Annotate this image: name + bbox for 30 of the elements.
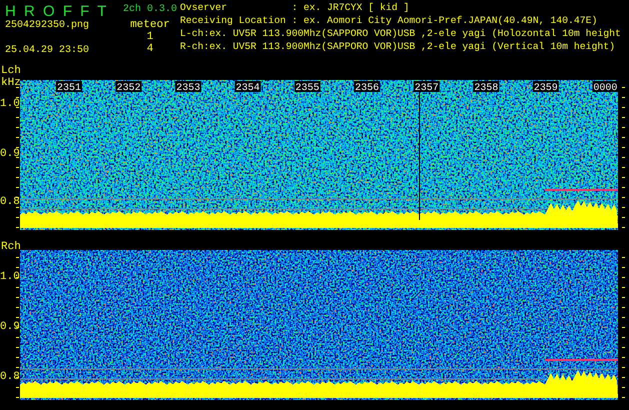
time-label: 2356 <box>355 83 380 94</box>
meteor-count: 1 <box>146 31 154 43</box>
unit-label: kHz <box>1 77 21 89</box>
info-line: Receiving Location : ex. Aomori City Aomori-Pref.JAPAN(40.49N, 140.47E) <box>180 15 598 28</box>
channel-label: Rch <box>1 241 21 253</box>
file-name: 2504292350.png <box>5 20 90 33</box>
info-line: R-ch:ex. UV5R 113.900Mhz(SAPPORO VOR)USB ,2-ele yagi (Vertical 10m height) <box>180 41 616 54</box>
date-time: 25.04.29 23:50 <box>5 45 90 58</box>
app-title: H R O F F T <box>5 3 106 20</box>
time-label: 2358 <box>474 83 498 94</box>
time-label: 2351 <box>57 83 82 94</box>
time-label: 2355 <box>295 83 320 94</box>
time-label: 2352 <box>116 83 141 94</box>
channel-label: Lch <box>1 65 21 77</box>
axis-label: 0.8 <box>0 196 20 208</box>
info-line: Ovserver : ex. JR7CYX [ kid ] <box>180 2 410 15</box>
time-label: 2354 <box>236 83 260 94</box>
axis-label: 0.9 <box>0 321 20 333</box>
version-label: 2ch 0.3.0 <box>122 4 177 17</box>
time-label: 2357 <box>414 83 439 94</box>
time-label: 2359 <box>534 83 558 94</box>
time-label: 0000 <box>593 83 618 94</box>
meteor-count: 4 <box>146 43 154 55</box>
axis-label: 0.9 <box>0 148 20 160</box>
info-line: L-ch:ex. UV5R 113.900Mhz(SAPPORO VOR)USB ,2-ele yagi (Holozontal 10m height <box>180 28 621 41</box>
axis-label: 1.0 <box>0 271 20 283</box>
time-label: 2353 <box>176 83 200 94</box>
meteor-label: meteor <box>130 19 170 31</box>
axis-label: 0.8 <box>0 371 20 383</box>
axis-label: 1.0 <box>0 98 20 110</box>
